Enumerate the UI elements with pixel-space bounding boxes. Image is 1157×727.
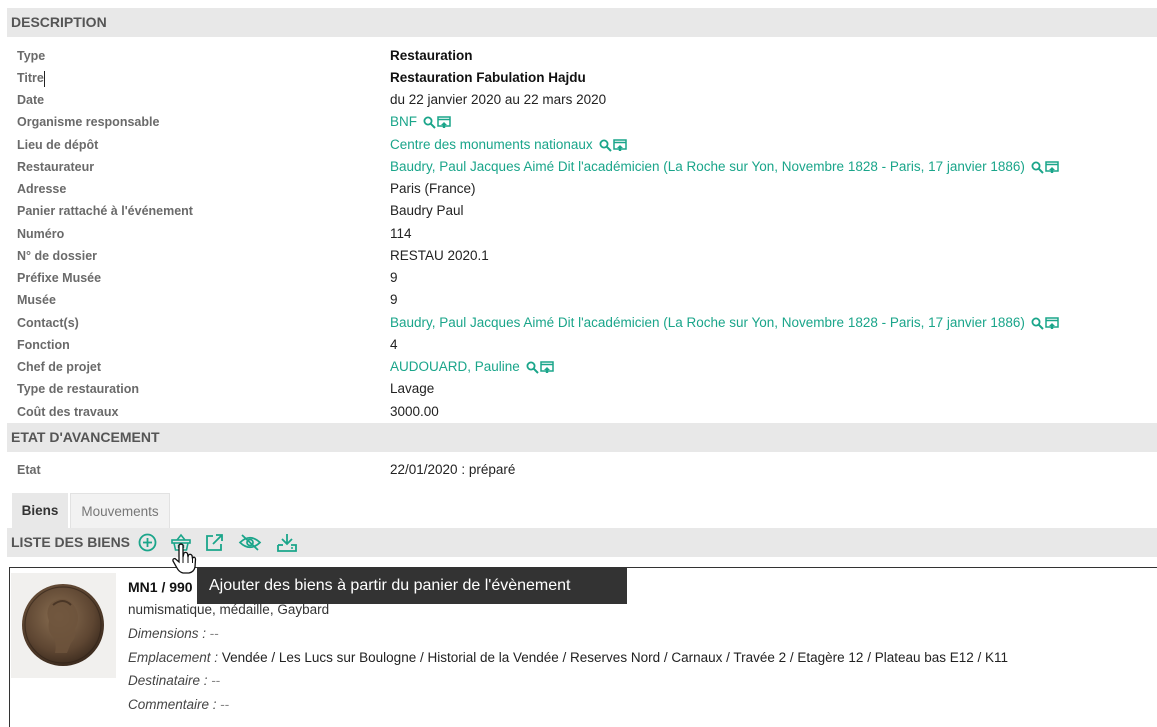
item-comment: Commentaire : -- [128, 697, 229, 712]
chef-projet-link[interactable]: AUDOUARD, Pauline [390, 356, 520, 378]
field-row-chef-projet: Chef de projet AUDOUARD, Pauline [0, 356, 1157, 378]
cout-value: 3000.00 [390, 404, 439, 419]
field-row-type-restauration: Type de restauration Lavage [0, 378, 1157, 400]
panier-value: Baudry Paul [390, 203, 464, 218]
organisme-link[interactable]: BNF [390, 111, 417, 133]
open-window-icon[interactable] [437, 115, 451, 129]
dimensions-value: -- [209, 626, 219, 641]
description-header: DESCRIPTION [7, 8, 1157, 37]
text-caret [44, 71, 45, 87]
field-label: Etat [17, 463, 41, 477]
dimensions-label: Dimensions : [128, 626, 207, 641]
field-row-musee: Musée 9 [0, 289, 1157, 311]
list-title: LISTE DES BIENS [11, 534, 131, 550]
item-category: numismatique, médaille, Gaybard [128, 602, 330, 617]
progress-header: ETAT D'AVANCEMENT [7, 423, 1157, 452]
field-row-title: Titre Restauration Fabulation Hajdu [0, 67, 1157, 89]
field-label: Chef de projet [17, 360, 102, 374]
field-label: Contact(s) [17, 316, 79, 330]
field-row-restaurateur: Restaurateur Baudry, Paul Jacques Aimé D… [0, 156, 1157, 178]
hand-cursor-icon [172, 543, 197, 574]
basket-tooltip: Ajouter des biens à partir du panier de … [197, 567, 627, 604]
contacts-link-row: Baudry, Paul Jacques Aimé Dit l'académic… [390, 312, 1059, 334]
numero-value: 114 [390, 226, 412, 241]
add-circle-icon[interactable] [138, 533, 157, 552]
field-row-numero: Numéro 114 [0, 223, 1157, 245]
item-recipient: Destinataire : -- [128, 673, 220, 688]
dossier-value: RESTAU 2020.1 [390, 248, 489, 263]
open-window-icon[interactable] [612, 138, 627, 152]
open-window-icon[interactable] [1045, 160, 1059, 174]
comment-value: -- [220, 697, 230, 712]
adresse-value: Paris (France) [390, 181, 476, 196]
open-window-icon[interactable] [1045, 316, 1059, 330]
lieu-link[interactable]: Centre des monuments nationaux [390, 134, 593, 156]
field-label: Préfixe Musée [17, 271, 102, 285]
field-row-lieu: Lieu de dépôt Centre des monuments natio… [0, 134, 1157, 156]
prefixe-value: 9 [390, 270, 398, 285]
external-link-icon[interactable] [205, 533, 224, 552]
field-label: Fonction [17, 338, 70, 352]
field-row-type: Type Restauration [0, 45, 1157, 67]
field-label: Coût des travaux [17, 405, 119, 419]
field-row-panier: Panier rattaché à l'événement Baudry Pau… [0, 200, 1157, 222]
field-label: N° de dossier [17, 249, 98, 263]
field-label: Type [17, 49, 46, 63]
fonction-value: 4 [390, 337, 398, 352]
search-icon[interactable] [1031, 317, 1044, 330]
item-title[interactable]: MN1 / 990 [128, 579, 193, 595]
chef-projet-link-row: AUDOUARD, Pauline [390, 356, 554, 378]
field-row-prefixe: Préfixe Musée 9 [0, 267, 1157, 289]
field-label: Lieu de dépôt [17, 138, 99, 152]
organisme-link-row: BNF [390, 111, 451, 133]
field-row-etat: Etat 22/01/2020 : préparé [0, 459, 1157, 481]
field-label: Date [17, 93, 45, 107]
field-label: Restaurateur [17, 160, 95, 174]
field-label: Panier rattaché à l'événement [17, 204, 193, 218]
field-row-dossier: N° de dossier RESTAU 2020.1 [0, 245, 1157, 267]
etat-value: 22/01/2020 : préparé [390, 462, 516, 477]
comment-label: Commentaire : [128, 697, 217, 712]
location-label: Emplacement : [128, 650, 219, 665]
item-thumbnail[interactable] [11, 573, 116, 678]
recipient-value: -- [211, 673, 221, 688]
field-row-contacts: Contact(s) Baudry, Paul Jacques Aimé Dit… [0, 312, 1157, 334]
search-icon[interactable] [526, 361, 539, 374]
lieu-link-row: Centre des monuments nationaux [390, 134, 627, 156]
item-location: Emplacement : Vendée / Les Lucs sur Boul… [128, 650, 1008, 665]
field-label: Titre [17, 71, 44, 85]
medal-image [22, 584, 104, 666]
location-value: Vendée / Les Lucs sur Boulogne / Histori… [221, 650, 1009, 665]
download-icon[interactable] [276, 533, 298, 553]
eye-off-icon[interactable] [238, 533, 262, 552]
field-row-fonction: Fonction 4 [0, 334, 1157, 356]
field-label: Numéro [17, 227, 65, 241]
date-value: du 22 janvier 2020 au 22 mars 2020 [390, 92, 607, 107]
field-row-organisme: Organisme responsable BNF [0, 111, 1157, 133]
field-label: Type de restauration [17, 382, 140, 396]
search-icon[interactable] [423, 116, 436, 129]
musee-value: 9 [390, 292, 398, 307]
open-window-icon[interactable] [540, 360, 554, 374]
tab-mouvements[interactable]: Mouvements [70, 493, 170, 528]
field-label: Organisme responsable [17, 115, 160, 129]
item-dimensions: Dimensions : -- [128, 626, 219, 641]
type-restauration-value: Lavage [390, 381, 435, 396]
field-row-date: Date du 22 janvier 2020 au 22 mars 2020 [0, 89, 1157, 111]
field-label: Musée [17, 293, 56, 307]
field-row-adresse: Adresse Paris (France) [0, 178, 1157, 200]
search-icon[interactable] [599, 139, 612, 152]
restaurateur-link[interactable]: Baudry, Paul Jacques Aimé Dit l'académic… [390, 156, 1025, 178]
recipient-label: Destinataire : [128, 673, 208, 688]
type-value: Restauration [390, 48, 473, 63]
restaurateur-link-row: Baudry, Paul Jacques Aimé Dit l'académic… [390, 156, 1059, 178]
contact-link[interactable]: Baudry, Paul Jacques Aimé Dit l'académic… [390, 312, 1025, 334]
field-label: Adresse [17, 182, 67, 196]
search-icon[interactable] [1031, 161, 1044, 174]
tab-biens[interactable]: Biens [12, 493, 68, 528]
field-row-cout: Coût des travaux 3000.00 [0, 401, 1157, 423]
title-value: Restauration Fabulation Hajdu [390, 70, 586, 85]
